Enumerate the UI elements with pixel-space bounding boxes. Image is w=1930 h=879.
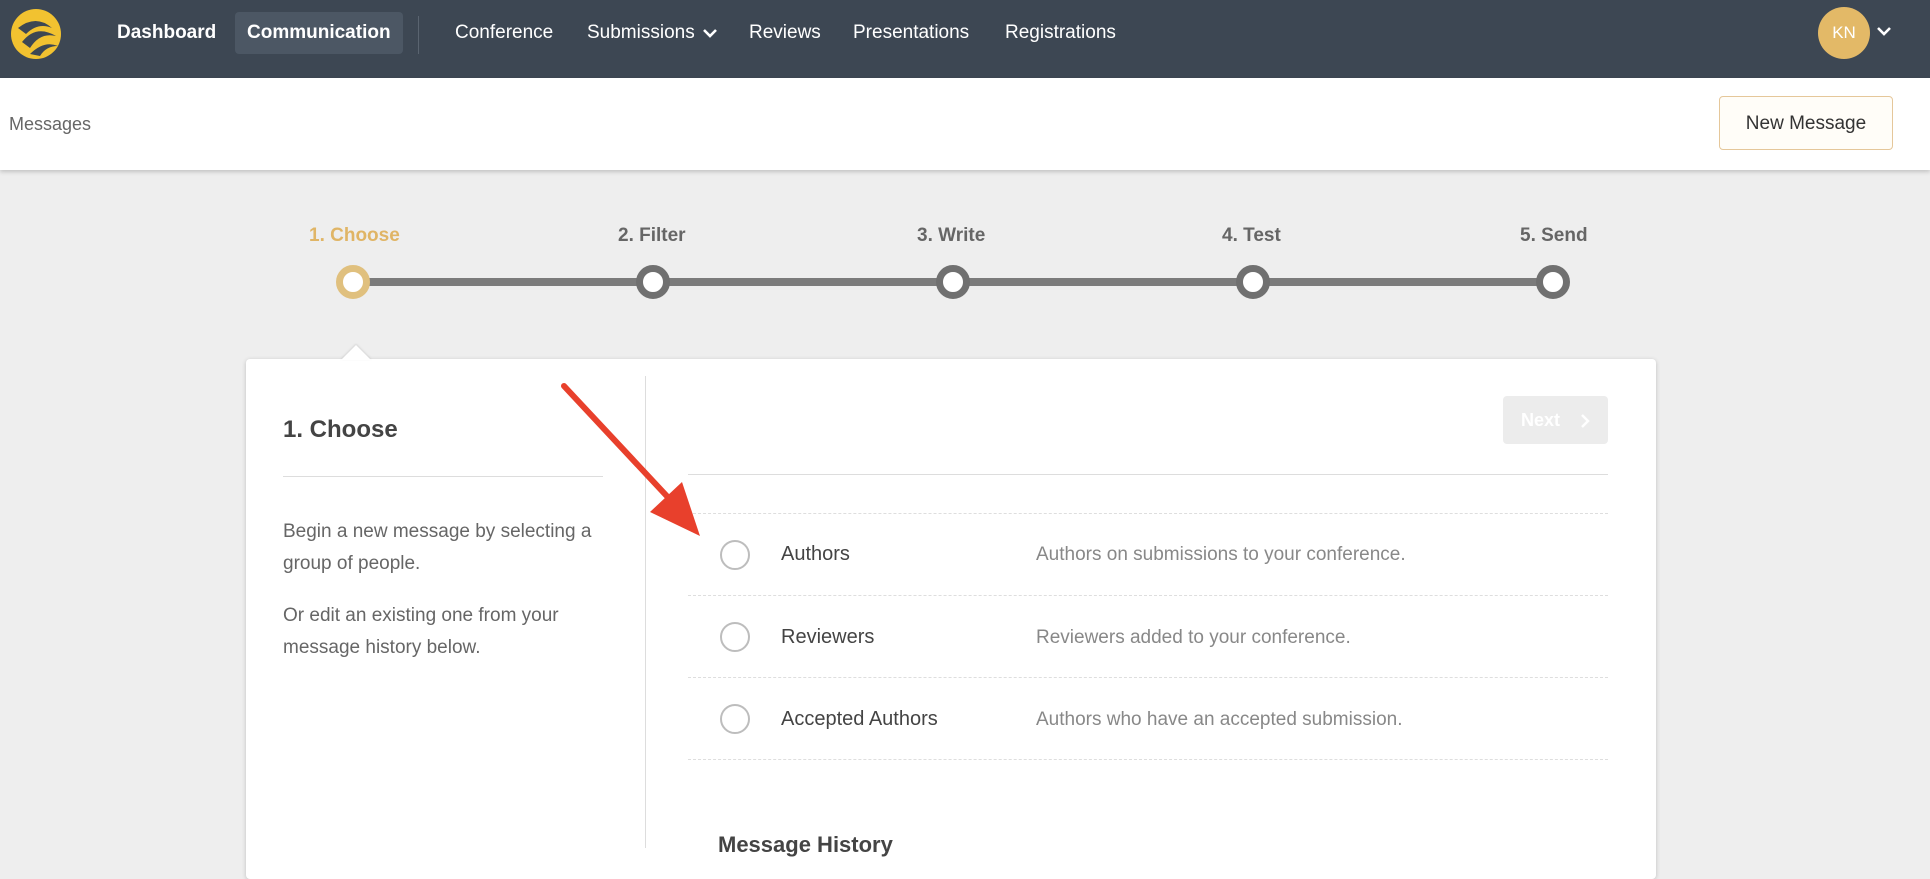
- column-divider: [645, 376, 646, 706]
- header-rule: [688, 474, 1608, 475]
- logo-icon[interactable]: [8, 6, 64, 62]
- option-reviewers-label[interactable]: Reviewers: [781, 626, 874, 649]
- option-authors-description: Authors on submissions to your conferenc…: [1036, 544, 1406, 565]
- step-dot-filter[interactable]: [636, 265, 670, 299]
- chevron-right-icon: [1581, 414, 1590, 428]
- option-accepted-authors-label[interactable]: Accepted Authors: [781, 708, 938, 731]
- step-label-send[interactable]: 5. Send: [1520, 225, 1588, 247]
- nav-reviews[interactable]: Reviews: [749, 12, 821, 54]
- panel-title: 1. Choose: [283, 416, 398, 443]
- step-label-choose[interactable]: 1. Choose: [309, 225, 400, 247]
- avatar[interactable]: KN: [1818, 7, 1870, 59]
- next-button[interactable]: Next: [1503, 396, 1608, 444]
- step-label-filter[interactable]: 2. Filter: [618, 225, 686, 247]
- card-pointer: [341, 345, 371, 360]
- nav-conference[interactable]: Conference: [455, 12, 553, 54]
- option-reviewers-description: Reviewers added to your conference.: [1036, 627, 1351, 648]
- step-dot-test[interactable]: [1236, 265, 1270, 299]
- nav-dashboard[interactable]: Dashboard: [117, 12, 216, 54]
- nav-communication[interactable]: Communication: [235, 12, 403, 54]
- subheader: Messages New Message: [0, 78, 1930, 170]
- panel-divider: [283, 476, 603, 477]
- step-label-test[interactable]: 4. Test: [1222, 225, 1281, 247]
- top-nav: Dashboard Communication Conference Submi…: [0, 0, 1930, 78]
- nav-registrations[interactable]: Registrations: [1005, 12, 1116, 54]
- chevron-down-icon[interactable]: [1877, 26, 1891, 36]
- panel-description-secondary: Or edit an existing one from your messag…: [283, 605, 559, 658]
- new-message-button[interactable]: New Message: [1719, 96, 1893, 150]
- option-authors-label[interactable]: Authors: [781, 543, 850, 566]
- column-divider-lower: [645, 706, 646, 848]
- message-history-title: Message History: [718, 832, 893, 857]
- option-accepted-authors-description: Authors who have an accepted submission.: [1036, 709, 1403, 730]
- radio-accepted-authors[interactable]: [720, 704, 750, 734]
- nav-submissions-label: Submissions: [587, 22, 695, 43]
- option-divider: [688, 513, 1608, 514]
- option-divider: [688, 595, 1608, 596]
- panel-description: Begin a new message by selecting a group…: [283, 521, 592, 574]
- step-dot-write[interactable]: [936, 265, 970, 299]
- step-label-write[interactable]: 3. Write: [917, 225, 985, 247]
- nav-presentations[interactable]: Presentations: [853, 12, 969, 54]
- breadcrumb: Messages: [9, 114, 92, 134]
- chevron-down-icon: [702, 29, 717, 38]
- option-divider: [688, 759, 1608, 760]
- step-dot-send[interactable]: [1536, 265, 1570, 299]
- nav-submissions[interactable]: Submissions: [587, 12, 717, 54]
- radio-reviewers[interactable]: [720, 622, 750, 652]
- option-divider: [688, 677, 1608, 678]
- step-dot-choose[interactable]: [336, 265, 370, 299]
- radio-authors[interactable]: [720, 540, 750, 570]
- nav-divider: [418, 16, 419, 54]
